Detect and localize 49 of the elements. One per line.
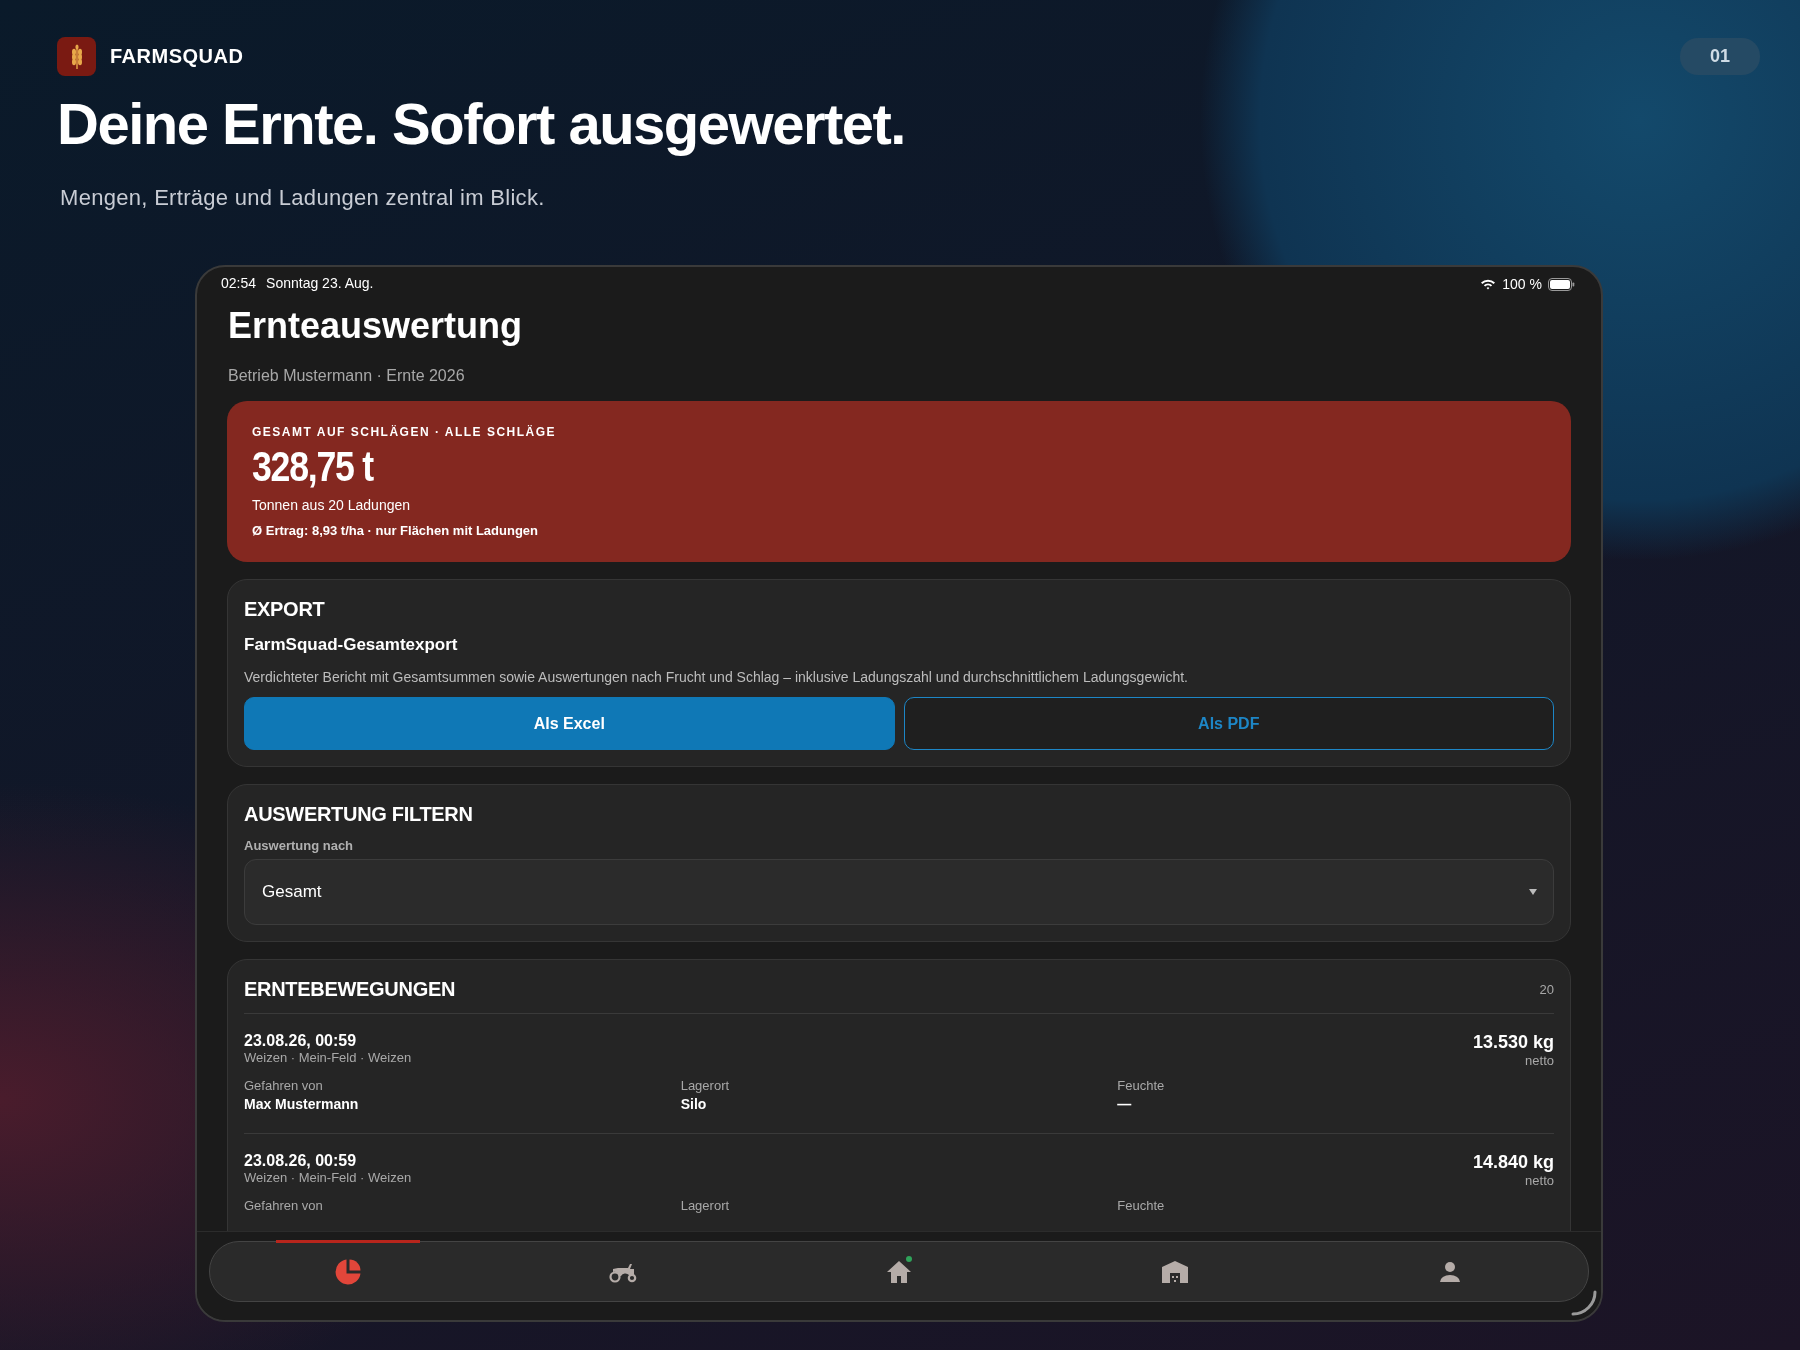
export-description: Verdichteter Bericht mit Gesamtsummen sowie Auswertungen nach Frucht und Schlag – inklusive Ladungszahl und durchschnittlichem Ladungsgewicht. [244, 669, 1188, 685]
app-logo [57, 37, 96, 76]
home-icon [886, 1259, 912, 1284]
status-time: 02:54 [221, 275, 257, 293]
dropdown-field[interactable]: Gesamt [244, 859, 1554, 925]
field-value: Max Mustermann [244, 1096, 359, 1112]
entry-weight: 13.530 kg [1472, 1032, 1554, 1053]
entry-count: 20 [1539, 982, 1554, 997]
field-label: Lagerort [680, 1078, 730, 1093]
weight-label: netto [1525, 1173, 1554, 1188]
export-button[interactable]: Als Excel [244, 697, 895, 750]
section-heading: ERNTEBEWEGUNGEN [244, 978, 456, 1001]
field-label: Feuchte [1117, 1078, 1165, 1093]
average-yield: Ø Ertrag: 8,93 t/ha · nur Flächen mit Ladungen [252, 523, 539, 538]
entry-datetime: 23.08.26, 00:59 [244, 1032, 358, 1050]
summary-detail: Tonnen aus 20 Ladungen [252, 497, 411, 513]
summary-label: GESAMT AUF SCHLÄGEN · ALLE SCHLÄGE [252, 425, 557, 439]
entry-details: Weizen · Mein-Feld · Weizen [244, 1170, 412, 1185]
battery-icon [1548, 277, 1575, 291]
resize-handle-icon [1571, 1290, 1597, 1316]
person-icon [1438, 1259, 1463, 1284]
field-label: Auswertung nach [244, 838, 354, 853]
screen-title: Ernteauswertung [228, 305, 524, 347]
section-heading: EXPORT [244, 598, 325, 621]
brand-name: FARMSQUAD [110, 45, 244, 68]
entry-weight: 14.840 kg [1472, 1152, 1554, 1173]
screen-subtitle: Betrieb Mustermann · Ernte 2026 [228, 367, 466, 385]
entry-datetime: 23.08.26, 00:59 [244, 1152, 358, 1170]
subheadline: Mengen, Erträge und Ladungen zentral im Blick. [60, 185, 546, 211]
export-title: FarmSquad-Gesamtexport [244, 635, 458, 655]
field-label: Gefahren von [244, 1078, 323, 1093]
status-date: Sonntag 23. Aug. [266, 275, 374, 293]
page-number: 01 [1679, 38, 1760, 75]
battery-percentage: 100 % [1502, 276, 1542, 292]
field-label: Gefahren von [244, 1198, 323, 1213]
total-weight: 328,75 t [252, 443, 373, 491]
wifi-icon [1480, 278, 1497, 290]
field-label: Lagerort [680, 1198, 730, 1213]
field-label: Feuchte [1117, 1198, 1165, 1213]
export-button[interactable]: Als PDF [903, 697, 1554, 750]
caret-icon [1529, 889, 1537, 895]
entry-details: Weizen · Mein-Feld · Weizen [244, 1050, 412, 1065]
pie-chart-icon [333, 1257, 362, 1286]
field-value: Silo [680, 1096, 707, 1112]
weight-label: netto [1525, 1053, 1554, 1068]
field-value: — [1117, 1096, 1132, 1112]
barn-icon [1160, 1259, 1189, 1284]
section-heading: AUSWERTUNG FILTERN [244, 803, 473, 826]
headline: Deine Ernte. Sofort ausgewertet. [57, 90, 906, 157]
